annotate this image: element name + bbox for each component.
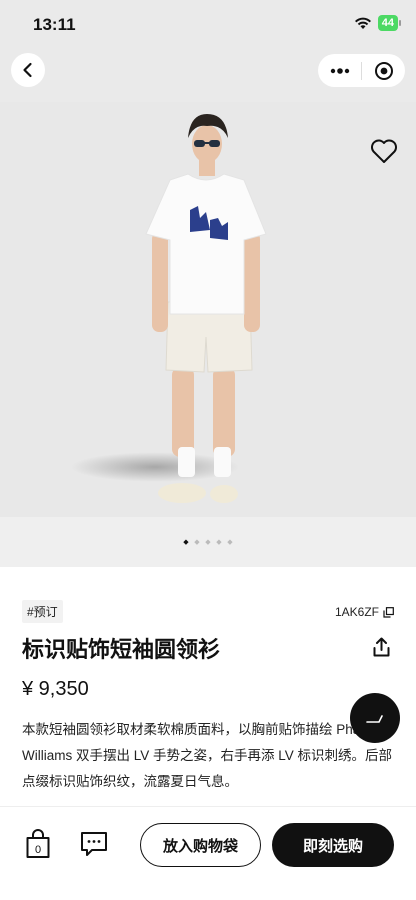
bag-count: 0: [35, 844, 41, 856]
more-icon: [330, 67, 349, 74]
preorder-tag: #预订: [22, 600, 63, 623]
share-icon: [373, 637, 390, 657]
copy-icon: [383, 606, 394, 618]
shopping-bag-button[interactable]: 0: [25, 829, 51, 864]
back-button[interactable]: [11, 53, 45, 87]
product-sku[interactable]: 1AK6ZF: [335, 605, 394, 619]
carousel-dot[interactable]: ◆: [194, 539, 201, 546]
status-bar: 13:11 44: [0, 0, 416, 50]
share-button[interactable]: [373, 637, 390, 662]
wifi-icon: [354, 17, 371, 29]
favorite-button[interactable]: [370, 138, 398, 169]
carousel-dot[interactable]: ◆: [216, 539, 223, 546]
back-icon: [23, 62, 32, 78]
product-title: 标识贴饰短袖圆领衫: [22, 637, 221, 662]
product-price: ¥ 9,350: [22, 678, 89, 700]
product-image[interactable]: [0, 102, 416, 517]
message-button[interactable]: [80, 831, 108, 863]
carousel-indicator: ◆ ◆ ◆ ◆ ◆: [0, 517, 416, 567]
close-miniprogram-button[interactable]: [362, 61, 405, 81]
nav-bar: [0, 50, 416, 102]
target-icon: [374, 61, 393, 80]
message-icon: [81, 832, 107, 856]
product-description: 本款短袖圆领衫取材柔软棉质面料，以胸前贴饰描绘 Pharrell William…: [22, 722, 393, 789]
carousel-dot[interactable]: ◆: [227, 539, 234, 546]
more-button[interactable]: [318, 67, 361, 74]
buy-now-button[interactable]: 即刻选购: [272, 823, 394, 867]
heart-icon: [371, 139, 397, 163]
bottom-action-bar: 0 放入购物袋 即刻选购: [0, 806, 416, 900]
status-icons: 44: [354, 15, 402, 31]
carousel-dot[interactable]: ◆: [205, 539, 212, 546]
chat-icon: [366, 715, 383, 723]
carousel-dot[interactable]: ◆: [183, 539, 190, 546]
battery-indicator: 44: [377, 15, 402, 31]
chat-button[interactable]: [350, 693, 400, 743]
model-illustration: [145, 114, 267, 503]
bag-icon: 0: [26, 829, 50, 858]
add-to-bag-button[interactable]: 放入购物袋: [140, 823, 261, 867]
status-time: 13:11: [33, 15, 76, 34]
miniprogram-capsule: [318, 54, 405, 87]
sku-code: 1AK6ZF: [334, 605, 379, 619]
